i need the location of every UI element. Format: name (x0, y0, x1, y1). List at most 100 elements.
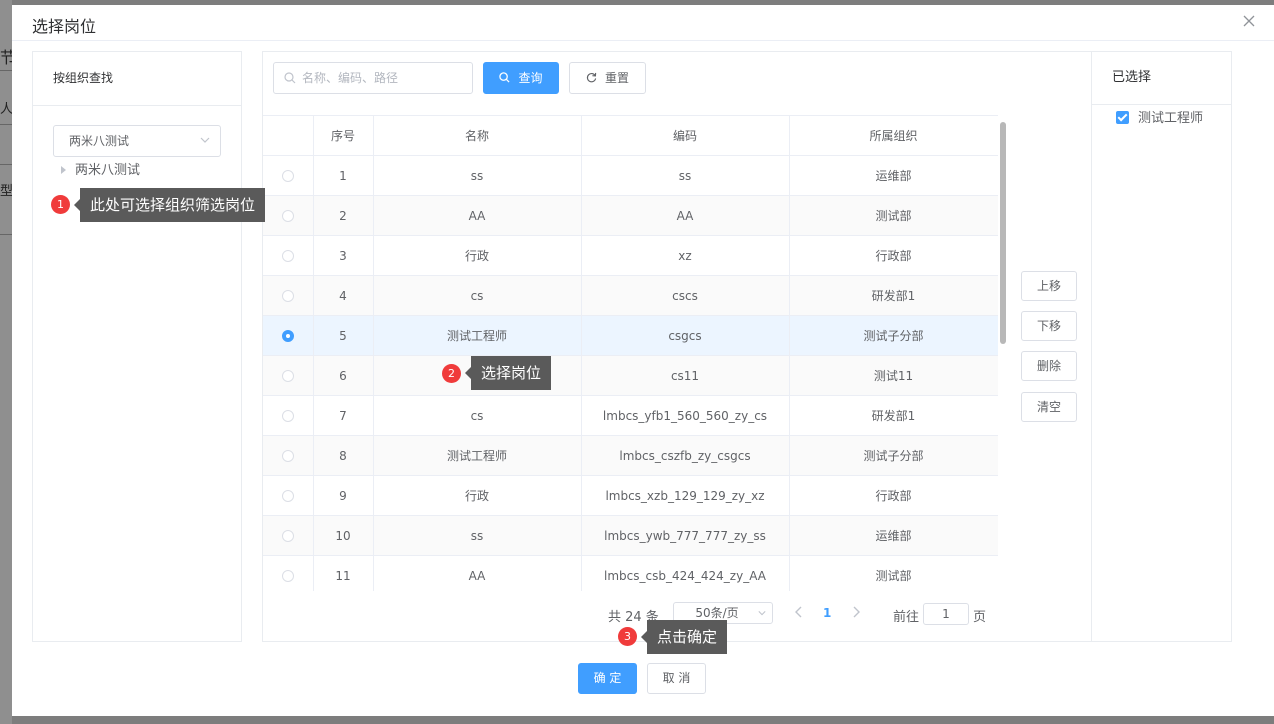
row-org: 测试子分部 (789, 435, 998, 476)
row-org: 研发部1 (789, 275, 998, 316)
row-no: 7 (313, 395, 374, 436)
row-code: lmbcs_csb_424_424_zy_AA (581, 555, 790, 591)
selected-panel: 已选择 测试工程师 (1091, 51, 1232, 642)
search-input[interactable] (273, 62, 473, 94)
row-radio-cell[interactable] (263, 355, 314, 396)
table-header-row: 序号 名称 编码 所属组织 (263, 116, 998, 156)
row-radio[interactable] (281, 170, 294, 182)
table-row[interactable]: 11 AA lmbcs_csb_424_424_zy_AA 测试部 (263, 555, 998, 591)
org-select[interactable]: 两米八测试 (53, 125, 221, 157)
row-no: 11 (313, 555, 374, 591)
table-row[interactable]: 5 测试工程师 csgcs 测试子分部 (263, 315, 998, 356)
close-icon[interactable] (1242, 14, 1256, 28)
row-radio-cell[interactable] (263, 155, 314, 196)
dialog-header: 选择岗位 (12, 5, 1274, 41)
checkbox-checked-icon[interactable] (1116, 111, 1129, 124)
row-radio[interactable] (281, 370, 294, 382)
delete-button[interactable]: 删除 (1021, 351, 1077, 381)
move-down-button[interactable]: 下移 (1021, 311, 1077, 341)
dialog-title: 选择岗位 (32, 17, 97, 36)
selected-item[interactable]: 测试工程师 (1116, 109, 1203, 129)
table-row[interactable]: 4 cs cscs 研发部1 (263, 275, 998, 316)
goto-page-input[interactable] (923, 603, 969, 625)
row-radio[interactable] (281, 490, 294, 502)
move-up-button[interactable]: 上移 (1021, 271, 1077, 301)
row-code: xz (581, 235, 790, 276)
row-radio[interactable] (281, 250, 294, 262)
row-org: 测试子分部 (789, 315, 998, 356)
row-no: 6 (313, 355, 374, 396)
row-radio-cell[interactable] (263, 555, 314, 591)
tip-marker: 2 (442, 364, 461, 383)
query-button[interactable]: 查询 (483, 62, 559, 94)
org-tree-node[interactable]: 两米八测试 (61, 160, 140, 182)
row-org: 测试11 (789, 355, 998, 396)
column-header-code: 编码 (581, 116, 790, 156)
row-code: cs11 (581, 355, 790, 396)
row-name: 测试工程师 (373, 315, 582, 356)
row-radio-cell[interactable] (263, 195, 314, 236)
row-radio[interactable] (281, 570, 294, 582)
prev-page-icon[interactable] (793, 605, 805, 619)
row-radio-cell[interactable] (263, 435, 314, 476)
goto-label: 前往 (893, 610, 920, 625)
row-radio-cell[interactable] (263, 475, 314, 516)
table-row[interactable]: 6 cs11 测试11 (263, 355, 998, 396)
table-row[interactable]: 7 cs lmbcs_yfb1_560_560_zy_cs 研发部1 (263, 395, 998, 436)
row-radio[interactable] (281, 330, 294, 342)
clear-button[interactable]: 清空 (1021, 392, 1077, 422)
row-name: AA (373, 195, 582, 236)
row-radio-cell[interactable] (263, 275, 314, 316)
row-no: 3 (313, 235, 374, 276)
row-radio-cell[interactable] (263, 315, 314, 356)
table-scrollbar[interactable] (1000, 122, 1006, 344)
org-filter-title: 按组织查找 (33, 52, 241, 106)
column-header-no: 序号 (313, 116, 374, 156)
reset-button-label: 重置 (604, 71, 629, 85)
position-list-panel: 查询 重置 序号 名称 编码 所属组织 (262, 51, 1012, 642)
table-row[interactable]: 1 ss ss 运维部 (263, 155, 998, 196)
row-no: 2 (313, 195, 374, 236)
row-org: 运维部 (789, 515, 998, 556)
table-row[interactable]: 8 测试工程师 lmbcs_cszfb_zy_csgcs 测试子分部 (263, 435, 998, 476)
row-name: 行政 (373, 475, 582, 516)
table-row[interactable]: 3 行政 xz 行政部 (263, 235, 998, 276)
background-divider (0, 124, 12, 125)
row-name: AA (373, 555, 582, 591)
row-radio[interactable] (281, 290, 294, 302)
row-radio[interactable] (281, 210, 294, 222)
background-divider (0, 234, 12, 235)
org-filter-panel: 按组织查找 两米八测试 两米八测试 (32, 51, 242, 642)
table-row[interactable]: 9 行政 lmbcs_xzb_129_129_zy_xz 行政部 (263, 475, 998, 516)
row-no: 1 (313, 155, 374, 196)
search-field[interactable] (302, 63, 467, 93)
row-org: 行政部 (789, 235, 998, 276)
row-org: 行政部 (789, 475, 998, 516)
next-page-icon[interactable] (850, 605, 862, 619)
row-radio[interactable] (281, 450, 294, 462)
row-code: lmbcs_yfb1_560_560_zy_cs (581, 395, 790, 436)
row-radio-cell[interactable] (263, 515, 314, 556)
column-header-name: 名称 (373, 116, 582, 156)
row-code: lmbcs_ywb_777_777_zy_ss (581, 515, 790, 556)
row-radio-cell[interactable] (263, 235, 314, 276)
table-row[interactable]: 10 ss lmbcs_ywb_777_777_zy_ss 运维部 (263, 515, 998, 556)
column-header-select (263, 116, 314, 156)
row-org: 运维部 (789, 155, 998, 196)
row-radio[interactable] (281, 530, 294, 542)
row-radio-cell[interactable] (263, 395, 314, 436)
caret-right-icon[interactable] (61, 165, 66, 174)
row-no: 8 (313, 435, 374, 476)
row-code: ss (581, 155, 790, 196)
search-icon (284, 72, 296, 84)
table-row[interactable]: 2 AA AA 测试部 (263, 195, 998, 236)
tip-callout: 点击确定 (640, 620, 728, 654)
refresh-icon (586, 72, 597, 83)
cancel-button[interactable]: 取 消 (647, 663, 706, 694)
goto-unit: 页 (973, 610, 987, 625)
page-number[interactable]: 1 (823, 606, 831, 620)
row-radio[interactable] (281, 410, 294, 422)
reset-button[interactable]: 重置 (569, 62, 646, 94)
confirm-button[interactable]: 确 定 (578, 663, 637, 694)
search-icon (499, 72, 511, 83)
